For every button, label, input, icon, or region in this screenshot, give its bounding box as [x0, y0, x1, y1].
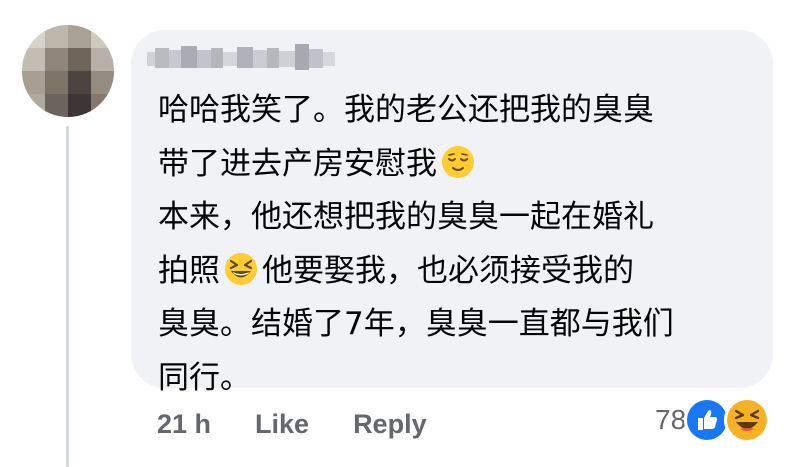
comment-line: 本来，他还想把我的臭臭一起在婚礼	[158, 199, 654, 235]
haha-reaction-icon	[724, 397, 771, 443]
relieved-face-emoji	[441, 145, 475, 179]
thread-line	[66, 126, 69, 467]
grinning-squinting-face-emoji	[224, 252, 258, 286]
comment-line-text: 拍照	[158, 252, 220, 289]
comment-line: 带了进去产房安慰我	[158, 138, 758, 192]
blurred-name-image	[147, 44, 335, 70]
comment-card: 哈哈我笑了。我的老公还把我的臭臭 带了进去产房安慰我 本来，他还想把我的臭臭一起…	[0, 0, 800, 467]
comment-line-text: 他要娶我，也必须接受我的	[262, 252, 634, 289]
comment-line: 哈哈我笑了。我的老公还把我的臭臭	[158, 92, 654, 128]
avatar[interactable]	[22, 25, 114, 117]
reactions-summary[interactable]: 78	[655, 397, 771, 443]
comment-line: 拍照 他要娶我，也必须接受我的	[158, 245, 758, 299]
comment-text: 哈哈我笑了。我的老公还把我的臭臭 带了进去产房安慰我 本来，他还想把我的臭臭一起…	[158, 84, 758, 405]
reply-button[interactable]: Reply	[353, 409, 427, 440]
timestamp-link[interactable]: 21 h	[157, 409, 211, 440]
like-button[interactable]: Like	[255, 409, 309, 440]
comment-actions: 21 h Like Reply	[157, 404, 427, 444]
comment-line-text: 带了进去产房安慰我	[158, 145, 437, 182]
avatar-image	[22, 25, 114, 117]
comment-line: 同行。	[158, 359, 251, 396]
author-name-blurred[interactable]	[147, 40, 342, 74]
reaction-count: 78	[655, 404, 687, 435]
comment-line: 臭臭。结婚了7年，臭臭一直都与我们	[158, 306, 674, 342]
